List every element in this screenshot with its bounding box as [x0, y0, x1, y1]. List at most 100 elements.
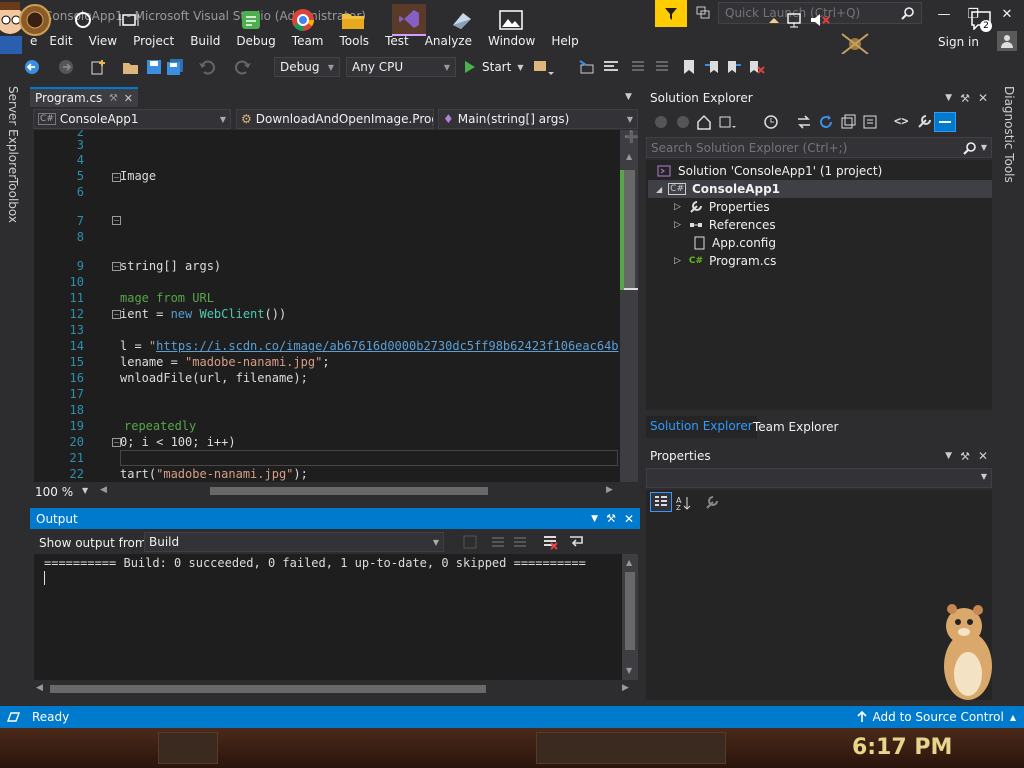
scroll-left-icon[interactable]: ◀: [36, 683, 43, 693]
preview-selected-icon[interactable]: [934, 112, 956, 132]
chevron-down-icon[interactable]: ▼: [945, 93, 952, 103]
clear-all-icon[interactable]: [542, 534, 558, 550]
scroll-right-icon[interactable]: ▶: [622, 683, 629, 693]
sticky-notes-icon[interactable]: [234, 4, 268, 36]
scroll-thumb[interactable]: [623, 170, 635, 290]
forward-icon[interactable]: [58, 58, 74, 76]
tree-item-program-cs[interactable]: ▷ C# Program.cs: [674, 252, 776, 270]
scroll-down-icon[interactable]: ▼: [626, 666, 632, 675]
tree-item-properties[interactable]: ▷ Properties: [674, 198, 770, 216]
chevron-down-icon[interactable]: ▼: [945, 451, 952, 461]
url-link[interactable]: https://i.scdn.co/image/ab67616d0000b273…: [156, 339, 618, 353]
project-nav-dropdown[interactable]: C# ConsoleApp1 ▼: [33, 109, 231, 129]
word-wrap-icon[interactable]: [568, 534, 586, 550]
switch-views-icon[interactable]: [718, 114, 738, 130]
save-all-icon[interactable]: [166, 58, 184, 76]
pin-icon[interactable]: ⚒: [606, 512, 616, 525]
next-bookmark-icon[interactable]: [726, 58, 742, 76]
sync-icon[interactable]: [796, 114, 812, 130]
redo-icon[interactable]: [232, 58, 254, 76]
expanded-arrow-icon[interactable]: ◢: [656, 185, 662, 194]
back-icon[interactable]: [654, 115, 668, 129]
clear-bookmarks-icon[interactable]: [748, 58, 766, 76]
new-project-icon[interactable]: [90, 58, 108, 76]
type-nav-dropdown[interactable]: ⚙DownloadAndOpenImage.Prog▼: [236, 109, 434, 129]
action-center-icon[interactable]: 2: [966, 4, 996, 36]
tree-item-app-config[interactable]: App.config: [692, 234, 776, 252]
output-source-dropdown[interactable]: Build ▼: [144, 532, 444, 552]
categorized-icon[interactable]: [650, 492, 672, 512]
horizontal-scroll-thumb[interactable]: [210, 487, 488, 495]
member-nav-dropdown[interactable]: ♦ Main(string[] args) ▼: [438, 109, 638, 129]
chevron-up-icon[interactable]: ▲: [1010, 713, 1016, 722]
clock[interactable]: 6:17 PM: [852, 735, 952, 760]
configuration-dropdown[interactable]: Debug ▼: [274, 57, 340, 77]
home-icon[interactable]: [696, 114, 712, 130]
tree-item-solution[interactable]: Solution 'ConsoleApp1' (1 project): [656, 162, 882, 180]
alphabetical-icon[interactable]: AZ: [676, 495, 692, 511]
close-icon[interactable]: ✕: [624, 512, 634, 526]
collapsed-arrow-icon[interactable]: ▷: [674, 202, 681, 212]
menu-help[interactable]: Help: [543, 30, 586, 52]
task-view-icon[interactable]: [112, 4, 146, 36]
chevron-down-icon[interactable]: ▼: [591, 514, 598, 524]
visual-studio-icon[interactable]: [392, 4, 426, 36]
minimize-button[interactable]: —: [934, 6, 954, 22]
tab-overflow-icon[interactable]: ▼: [625, 92, 632, 102]
property-pages-icon[interactable]: [704, 495, 720, 511]
scroll-thumb[interactable]: [625, 572, 635, 650]
step-icon[interactable]: [578, 58, 596, 76]
close-button[interactable]: ✕: [997, 6, 1017, 22]
chrome-icon[interactable]: [286, 4, 320, 36]
chevron-down-icon[interactable]: ▼: [82, 486, 88, 495]
scroll-up-icon[interactable]: ▲: [626, 558, 632, 567]
start-button[interactable]: Start ▼: [464, 58, 523, 76]
bookmark-icon[interactable]: [682, 58, 696, 76]
chevron-down-icon[interactable]: ▼: [981, 143, 987, 152]
close-tab-icon[interactable]: ✕: [124, 92, 133, 105]
output-text-area[interactable]: ========== Build: 0 succeeded, 0 failed,…: [34, 554, 624, 680]
split-icon[interactable]: ➕: [624, 130, 639, 146]
editor-vertical-scrollbar[interactable]: ➕ ▲: [620, 130, 639, 482]
network-icon[interactable]: [784, 4, 808, 36]
notification-filter-icon[interactable]: [655, 0, 687, 27]
photos-icon[interactable]: [494, 4, 528, 36]
collapsed-arrow-icon[interactable]: ▷: [674, 220, 681, 230]
tab-team-explorer[interactable]: Team Explorer: [750, 416, 842, 438]
app-cube-icon[interactable]: [444, 4, 478, 36]
tree-item-project[interactable]: ◢ C# ConsoleApp1: [656, 180, 780, 198]
refresh-icon[interactable]: [818, 114, 834, 130]
feedback-icon[interactable]: [696, 6, 710, 20]
comment-out-icon[interactable]: [630, 58, 646, 76]
solution-search-input[interactable]: [651, 140, 963, 155]
pin-icon[interactable]: ⚒: [109, 93, 118, 104]
solution-search-box[interactable]: ▼: [646, 137, 992, 158]
add-to-source-control-button[interactable]: Add to Source Control: [873, 710, 1004, 724]
output-window-icon[interactable]: [6, 711, 20, 723]
collapse-all-icon[interactable]: [840, 114, 856, 130]
pending-changes-icon[interactable]: [764, 114, 786, 130]
output-vertical-scrollbar[interactable]: ▲ ▼: [622, 554, 638, 680]
zoom-level[interactable]: 100 %: [35, 485, 73, 499]
search-circle-icon[interactable]: [66, 4, 100, 36]
pin-icon[interactable]: ⚒: [960, 450, 970, 463]
forward-icon[interactable]: [676, 115, 690, 129]
uncomment-icon[interactable]: [654, 58, 670, 76]
user-icon[interactable]: [997, 31, 1017, 51]
show-hidden-icons[interactable]: [766, 4, 782, 36]
volume-muted-icon[interactable]: [808, 4, 832, 36]
start-menu-icon[interactable]: [16, 4, 54, 36]
undo-icon[interactable]: [198, 58, 220, 76]
view-code-icon[interactable]: <>: [894, 114, 908, 128]
collapse-icon[interactable]: −: [112, 216, 121, 225]
scroll-up-icon[interactable]: ▲: [626, 152, 632, 161]
tab-solution-explorer[interactable]: Solution Explorer: [646, 416, 757, 438]
properties-object-dropdown[interactable]: ▼: [646, 468, 992, 488]
horizontal-scroll-thumb[interactable]: [50, 685, 486, 693]
scroll-left-icon[interactable]: ◀: [100, 485, 107, 495]
save-icon[interactable]: [146, 58, 162, 76]
sign-in-link[interactable]: Sign in: [938, 35, 979, 49]
output-horizontal-scrollbar[interactable]: ◀ ▶: [30, 680, 640, 698]
collapsed-arrow-icon[interactable]: ▷: [674, 256, 681, 266]
tree-item-references[interactable]: ▷ References: [674, 216, 776, 234]
